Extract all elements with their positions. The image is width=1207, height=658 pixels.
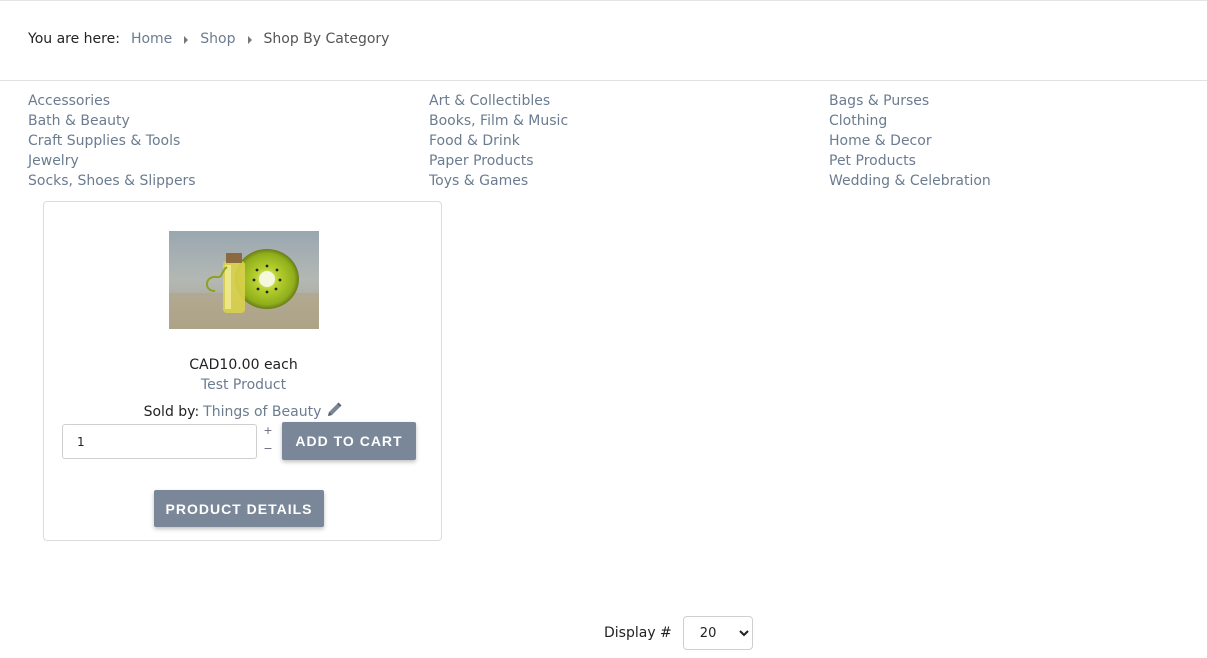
top-divider (0, 0, 1207, 1)
category-link[interactable]: Pet Products (829, 151, 991, 171)
seller-link[interactable]: Things of Beauty (203, 404, 321, 420)
header-divider (0, 80, 1207, 81)
display-count-control: Display # 20 (604, 616, 753, 650)
category-link[interactable]: Craft Supplies & Tools (28, 131, 196, 151)
quantity-increment-button[interactable]: + (263, 424, 273, 438)
breadcrumb-caret-icon (247, 36, 252, 44)
product-details-button[interactable]: PRODUCT DETAILS (154, 490, 324, 527)
category-link[interactable]: Socks, Shoes & Slippers (28, 171, 196, 191)
category-column-3: Bags & Purses Clothing Home & Decor Pet … (829, 91, 991, 191)
quantity-input[interactable] (62, 424, 257, 459)
category-link[interactable]: Home & Decor (829, 131, 991, 151)
category-link[interactable]: Toys & Games (429, 171, 568, 191)
breadcrumb: You are here: Home Shop Shop By Category (28, 29, 389, 49)
product-name-link[interactable]: Test Product (44, 377, 443, 393)
category-link[interactable]: Wedding & Celebration (829, 171, 991, 191)
seller-line: Sold by: Things of Beauty (44, 401, 443, 423)
breadcrumb-home-link[interactable]: Home (131, 31, 172, 47)
category-column-1: Accessories Bath & Beauty Craft Supplies… (28, 91, 196, 191)
category-link[interactable]: Accessories (28, 91, 196, 111)
category-link[interactable]: Clothing (829, 111, 991, 131)
sold-by-label: Sold by: (143, 404, 200, 420)
category-column-2: Art & Collectibles Books, Film & Music F… (429, 91, 568, 191)
product-price: CAD10.00 each (189, 357, 298, 373)
pencil-icon[interactable] (325, 401, 343, 423)
category-link[interactable]: Bags & Purses (829, 91, 991, 111)
category-link[interactable]: Art & Collectibles (429, 91, 568, 111)
category-link[interactable]: Bath & Beauty (28, 111, 196, 131)
category-link[interactable]: Jewelry (28, 151, 196, 171)
category-link[interactable]: Paper Products (429, 151, 568, 171)
breadcrumb-shop-link[interactable]: Shop (200, 31, 235, 47)
add-to-cart-button[interactable]: ADD TO CART (282, 422, 416, 460)
breadcrumb-label: You are here: (28, 31, 120, 47)
category-link[interactable]: Food & Drink (429, 131, 568, 151)
category-link[interactable]: Books, Film & Music (429, 111, 568, 131)
breadcrumb-current: Shop By Category (263, 31, 390, 47)
quantity-decrement-button[interactable]: − (263, 442, 273, 456)
product-card: CAD10.00 each Test Product Sold by: Thin… (43, 201, 442, 541)
product-photo-kiwi-bottle (169, 231, 319, 329)
display-count-select[interactable]: 20 (682, 616, 753, 650)
display-label: Display # (604, 625, 672, 641)
breadcrumb-caret-icon (184, 36, 189, 44)
product-image[interactable] (169, 231, 319, 329)
